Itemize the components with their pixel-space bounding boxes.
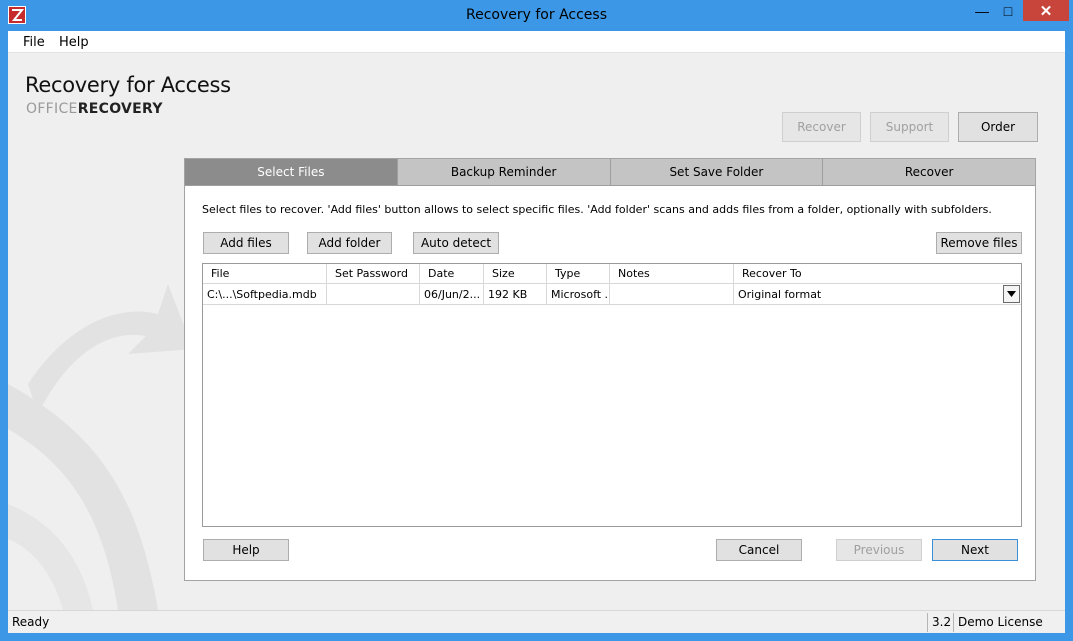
instructions-text: Select files to recover. 'Add files' but… <box>202 203 992 216</box>
product-title: Recovery for Access <box>25 73 231 97</box>
help-button[interactable]: Help <box>203 539 289 561</box>
remove-files-button[interactable]: Remove files <box>936 232 1022 254</box>
window-title: Recovery for Access <box>466 7 607 23</box>
column-recover-to[interactable]: Recover To <box>734 264 1021 283</box>
table-row[interactable]: C:\...\Softpedia.mdb 06/Jun/2... 192 KB … <box>203 284 1021 305</box>
add-files-button[interactable]: Add files <box>203 232 289 254</box>
maximize-button[interactable]: □ <box>995 0 1021 21</box>
status-bar: Ready 3.2 Demo License <box>8 610 1065 633</box>
brand-logo: OFFICERECOVERY <box>26 101 163 117</box>
column-type[interactable]: Type <box>547 264 610 283</box>
add-folder-button[interactable]: Add folder <box>307 232 392 254</box>
menu-file[interactable]: File <box>23 35 45 50</box>
next-button[interactable]: Next <box>932 539 1018 561</box>
cell-file[interactable]: C:\...\Softpedia.mdb <box>203 284 327 304</box>
previous-button[interactable]: Previous <box>836 539 922 561</box>
close-button[interactable]: ✕ <box>1023 0 1069 21</box>
app-window: Recovery for Access — □ ✕ File Help Reco… <box>0 0 1073 641</box>
recover-to-select[interactable]: Original format <box>734 284 1021 304</box>
recover-button[interactable]: Recover <box>782 112 861 142</box>
tab-recover[interactable]: Recover <box>823 159 1035 186</box>
wizard-tabs: Select Files Backup Reminder Set Save Fo… <box>185 159 1035 186</box>
status-divider <box>927 613 928 632</box>
menu-help[interactable]: Help <box>59 35 89 50</box>
column-size[interactable]: Size <box>484 264 547 283</box>
dropdown-arrow-icon[interactable] <box>1003 285 1020 303</box>
cell-date[interactable]: 06/Jun/2... <box>420 284 484 304</box>
client-area: File Help Recovery for Access OFFICERECO… <box>8 31 1065 633</box>
order-button[interactable]: Order <box>958 112 1038 142</box>
cell-type[interactable]: Microsoft ... <box>547 284 610 304</box>
column-date[interactable]: Date <box>420 264 484 283</box>
auto-detect-button[interactable]: Auto detect <box>413 232 499 254</box>
tab-select-files[interactable]: Select Files <box>185 159 398 186</box>
cell-size[interactable]: 192 KB <box>484 284 547 304</box>
column-file[interactable]: File <box>203 264 327 283</box>
cell-notes[interactable] <box>610 284 734 304</box>
tab-set-save-folder[interactable]: Set Save Folder <box>610 159 824 186</box>
column-notes[interactable]: Notes <box>610 264 734 283</box>
cell-password[interactable] <box>327 284 420 304</box>
wizard-panel: Select Files Backup Reminder Set Save Fo… <box>184 158 1036 581</box>
column-set-password[interactable]: Set Password <box>327 264 420 283</box>
cancel-button[interactable]: Cancel <box>716 539 802 561</box>
brand-prefix: OFFICE <box>26 101 78 117</box>
main-content: Recovery for Access OFFICERECOVERY Recov… <box>8 54 1065 610</box>
recover-to-value: Original format <box>738 287 822 301</box>
title-bar[interactable]: Recovery for Access — □ ✕ <box>0 0 1073 31</box>
file-grid[interactable]: File Set Password Date Size Type Notes R… <box>202 263 1022 527</box>
menu-bar: File Help <box>8 31 1065 53</box>
version-label: 3.2 <box>932 615 952 629</box>
tab-backup-reminder[interactable]: Backup Reminder <box>397 159 611 186</box>
license-label: Demo License <box>958 615 1043 629</box>
support-button[interactable]: Support <box>870 112 949 142</box>
minimize-button[interactable]: — <box>969 0 995 21</box>
status-text: Ready <box>12 615 50 629</box>
status-divider <box>953 613 954 632</box>
grid-header: File Set Password Date Size Type Notes R… <box>203 264 1021 284</box>
brand-suffix: RECOVERY <box>77 101 163 117</box>
